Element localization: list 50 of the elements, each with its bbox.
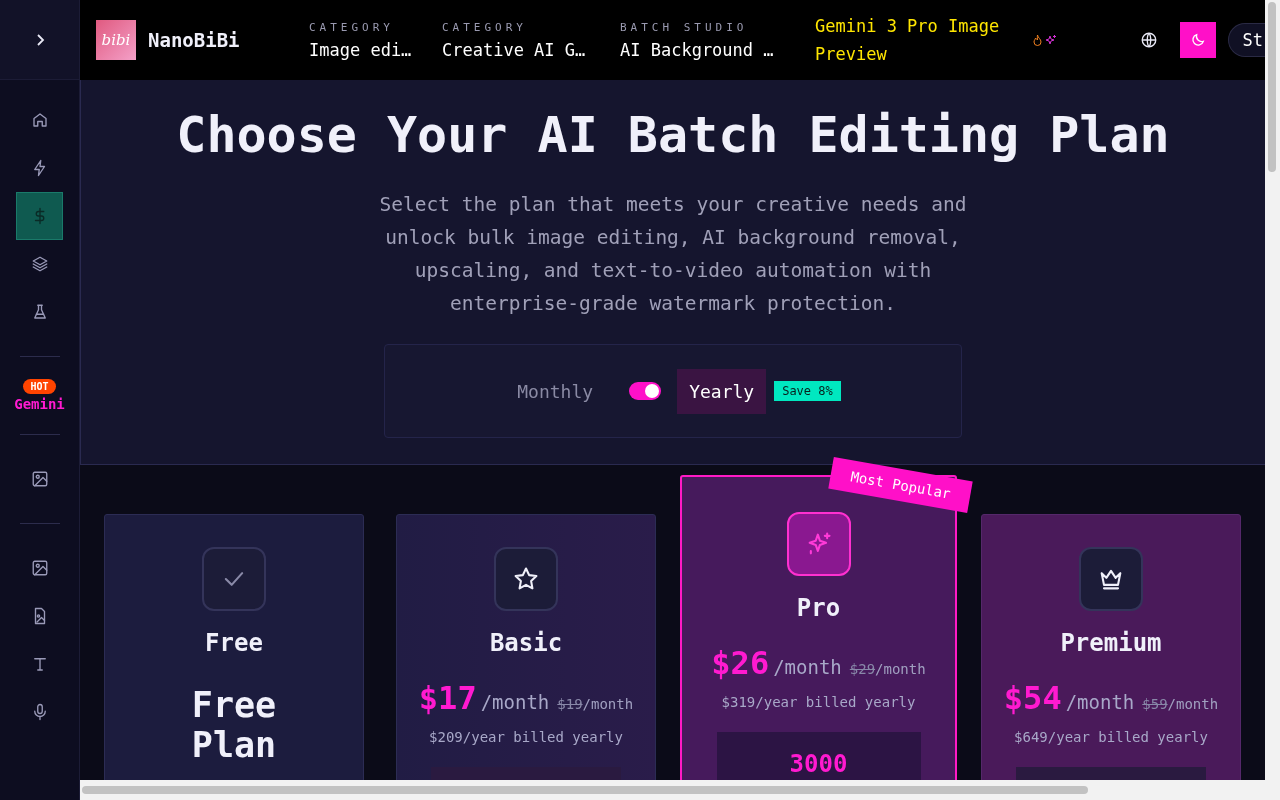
- plan-name: Premium: [1060, 629, 1162, 657]
- plan-name: Basic: [489, 629, 563, 657]
- billing-option[interactable]: Monthly: [505, 368, 606, 414]
- plan-price-label: Free Plan: [190, 685, 278, 765]
- image-icon: [30, 470, 49, 488]
- plan-name: Pro: [796, 594, 841, 622]
- plan-name: Free: [205, 629, 263, 657]
- page-title: Choose Your AI Batch Editing Plan: [176, 105, 1170, 166]
- billing-switch[interactable]: [629, 382, 662, 400]
- page-subtitle: Select the plan that meets your creative needs and unlock bulk image editing, AI background removal, upscaling, and text-to-video automation with enterprise-grade watermark protection.: [378, 192, 968, 317]
- layers-icon: [30, 255, 49, 273]
- header-button[interactable]: St: [1227, 23, 1265, 57]
- horizontal-scrollbar[interactable]: [80, 780, 1265, 800]
- nav-link[interactable]: Image edi…: [309, 39, 442, 60]
- yearly-price: $649/year billed yearly: [1014, 729, 1208, 745]
- nav-label: CATEGORY: [442, 20, 528, 34]
- old-price-period: /month: [875, 661, 926, 677]
- old-price: $29: [849, 661, 876, 677]
- price-period: /month: [480, 691, 550, 713]
- plan-price: $17: [418, 679, 477, 717]
- save-badge: Save 8%: [774, 381, 841, 401]
- nav-link[interactable]: AI Background …: [620, 39, 815, 60]
- image-icon: [30, 559, 49, 577]
- billing-option[interactable]: Yearly: [677, 368, 767, 414]
- home-icon: [30, 111, 49, 129]
- old-price: $19: [557, 696, 583, 712]
- old-price: $59: [1142, 696, 1168, 712]
- flame-icon: [1033, 34, 1042, 46]
- old-price-period: /month: [582, 696, 634, 712]
- vertical-scrollbar[interactable]: [1265, 0, 1280, 800]
- promo-link[interactable]: Gemini 3 Pro Image Preview: [815, 12, 1020, 68]
- price-period: /month: [1065, 691, 1135, 713]
- yearly-price: $319/year billed yearly: [721, 694, 916, 710]
- sidebar-item[interactable]: Gemini: [14, 396, 65, 412]
- yearly-price: $209/year billed yearly: [429, 729, 623, 745]
- chevron-right-icon[interactable]: [34, 32, 45, 47]
- credits-count: 3000: [789, 750, 848, 780]
- price-period: /month: [773, 656, 842, 678]
- plan-price: $54: [1003, 679, 1062, 717]
- plan-price: $26: [711, 644, 770, 682]
- brand-name: NanoBiBi: [148, 29, 241, 51]
- nav-label: BATCH STUDIO: [620, 20, 749, 34]
- old-price-period: /month: [1167, 696, 1219, 712]
- sparkles-icon: [1045, 34, 1057, 46]
- nav-link[interactable]: Creative AI G…: [442, 39, 620, 60]
- moon-icon: [1189, 32, 1206, 48]
- hot-badge: HOT: [23, 379, 56, 394]
- theme-toggle-button[interactable]: [1179, 22, 1216, 58]
- globe-icon[interactable]: [1139, 31, 1158, 49]
- nav-label: CATEGORY: [309, 20, 395, 34]
